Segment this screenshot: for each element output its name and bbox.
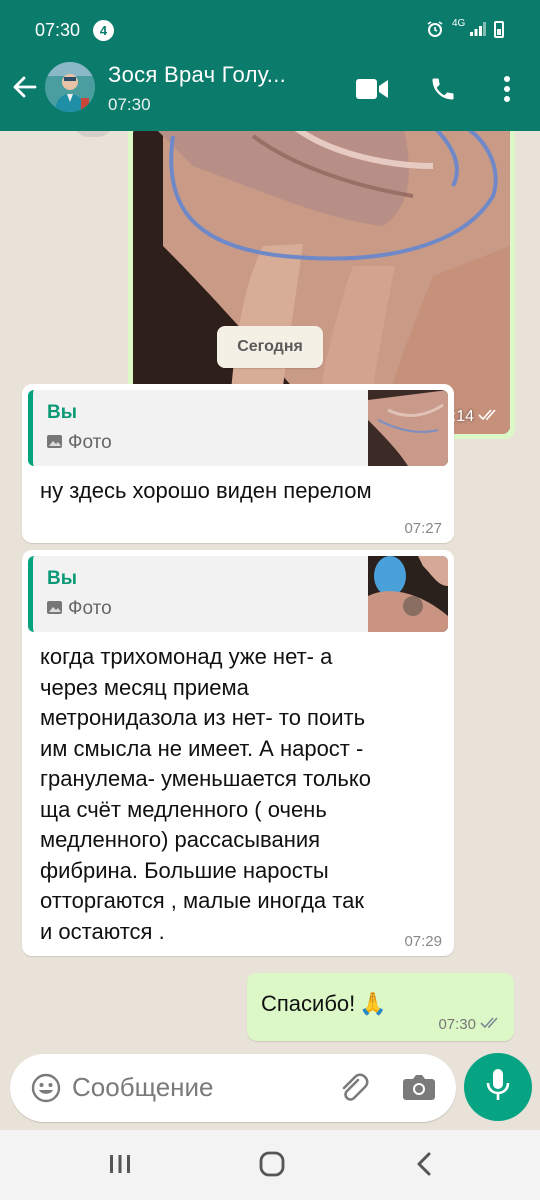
- reply-type-label: Фото: [68, 432, 112, 453]
- system-navigation-bar: [0, 1130, 540, 1200]
- photo-icon: [47, 598, 62, 620]
- message-text: Спасибо!: [261, 991, 356, 1016]
- signal-icon: [470, 22, 486, 41]
- reply-type: Фото: [47, 598, 112, 620]
- message-line: медленного) рассасывания: [40, 827, 321, 852]
- message-line: когда трихомонад уже нет- а: [40, 644, 333, 669]
- contact-name[interactable]: Зося Врач Голу...: [108, 62, 286, 88]
- contact-last-seen: 07:30: [108, 95, 151, 114]
- message-line: ща счёт медленного ( очень: [40, 796, 327, 822]
- date-divider: Сегодня: [217, 326, 323, 368]
- message-line: им смысла не имеет. А нарост -: [40, 735, 364, 761]
- app-header: 07:30 4 4G Зося Врач Голу... 07:30: [0, 0, 540, 131]
- network-type-label: 4G: [452, 18, 466, 29]
- message-line: через месяц приема: [40, 674, 249, 700]
- mic-button[interactable]: [464, 1053, 532, 1121]
- scroll-to-top-tab[interactable]: [74, 131, 112, 137]
- message-line: и остаются .: [40, 918, 165, 944]
- nav-back-icon[interactable]: [410, 1150, 438, 1183]
- double-check-icon: [480, 1016, 500, 1033]
- message-text-wrap: Спасибо! 🙏: [261, 991, 387, 1017]
- back-arrow-icon[interactable]: [10, 72, 40, 102]
- reply-type: Фото: [47, 432, 112, 454]
- emoji-icon[interactable]: [30, 1072, 62, 1109]
- home-icon[interactable]: [258, 1150, 286, 1183]
- message-text: ну здесь хорошо виден перелом: [40, 478, 372, 503]
- reply-author: Вы: [47, 402, 77, 423]
- reply-thumbnail: [368, 390, 448, 466]
- message-time: 07:27: [404, 520, 442, 537]
- message-text: когда трихомонад уже нет- а через месяц …: [22, 638, 454, 947]
- incoming-message[interactable]: Вы Фото ну здесь хорошо виден перелом 07…: [22, 384, 454, 543]
- phone-icon[interactable]: [426, 72, 460, 106]
- message-line: гранулема- уменьшается только: [40, 766, 371, 791]
- notification-count-badge: 4: [93, 20, 114, 41]
- message-input[interactable]: Сообщение: [72, 1072, 214, 1103]
- folded-hands-emoji: 🙏: [359, 991, 387, 1016]
- message-line: метронидазола из нет- то поить: [40, 705, 366, 730]
- message-time-text: 07:30: [438, 1016, 476, 1033]
- message-line: отторгаются , малые иногда так: [40, 888, 364, 913]
- reply-thumbnail: [368, 556, 448, 632]
- video-call-icon[interactable]: [355, 72, 389, 106]
- camera-icon[interactable]: [402, 1072, 436, 1107]
- more-vert-icon[interactable]: [490, 72, 524, 106]
- reply-type-label: Фото: [68, 598, 112, 619]
- photo-icon: [47, 432, 62, 454]
- incoming-message[interactable]: Вы Фото когда трихомонад уже нет- а чере…: [22, 550, 454, 956]
- status-time: 07:30: [35, 20, 81, 40]
- attach-icon[interactable]: [336, 1071, 370, 1110]
- recent-apps-icon[interactable]: [106, 1150, 134, 1183]
- message-time: 07:30: [438, 1016, 500, 1033]
- outgoing-message[interactable]: Спасибо! 🙏 07:30: [247, 973, 514, 1041]
- quoted-reply[interactable]: Вы Фото: [28, 556, 448, 632]
- message-input-bar[interactable]: Сообщение: [10, 1054, 456, 1122]
- chat-area[interactable]: 22:14 Сегодня Вы Фото ну здесь хорошо ви…: [0, 131, 540, 1051]
- status-bar: 07:30 4 4G: [0, 0, 540, 52]
- message-line: фибрина. Большие наросты: [40, 857, 329, 883]
- quoted-reply[interactable]: Вы Фото: [28, 390, 448, 466]
- double-check-icon: [478, 408, 498, 426]
- reply-author: Вы: [47, 568, 77, 589]
- alarm-icon: [426, 20, 444, 41]
- battery-icon: [494, 21, 504, 38]
- mic-icon: [485, 1068, 511, 1107]
- contact-avatar[interactable]: [45, 62, 95, 112]
- message-time: 07:29: [404, 933, 442, 950]
